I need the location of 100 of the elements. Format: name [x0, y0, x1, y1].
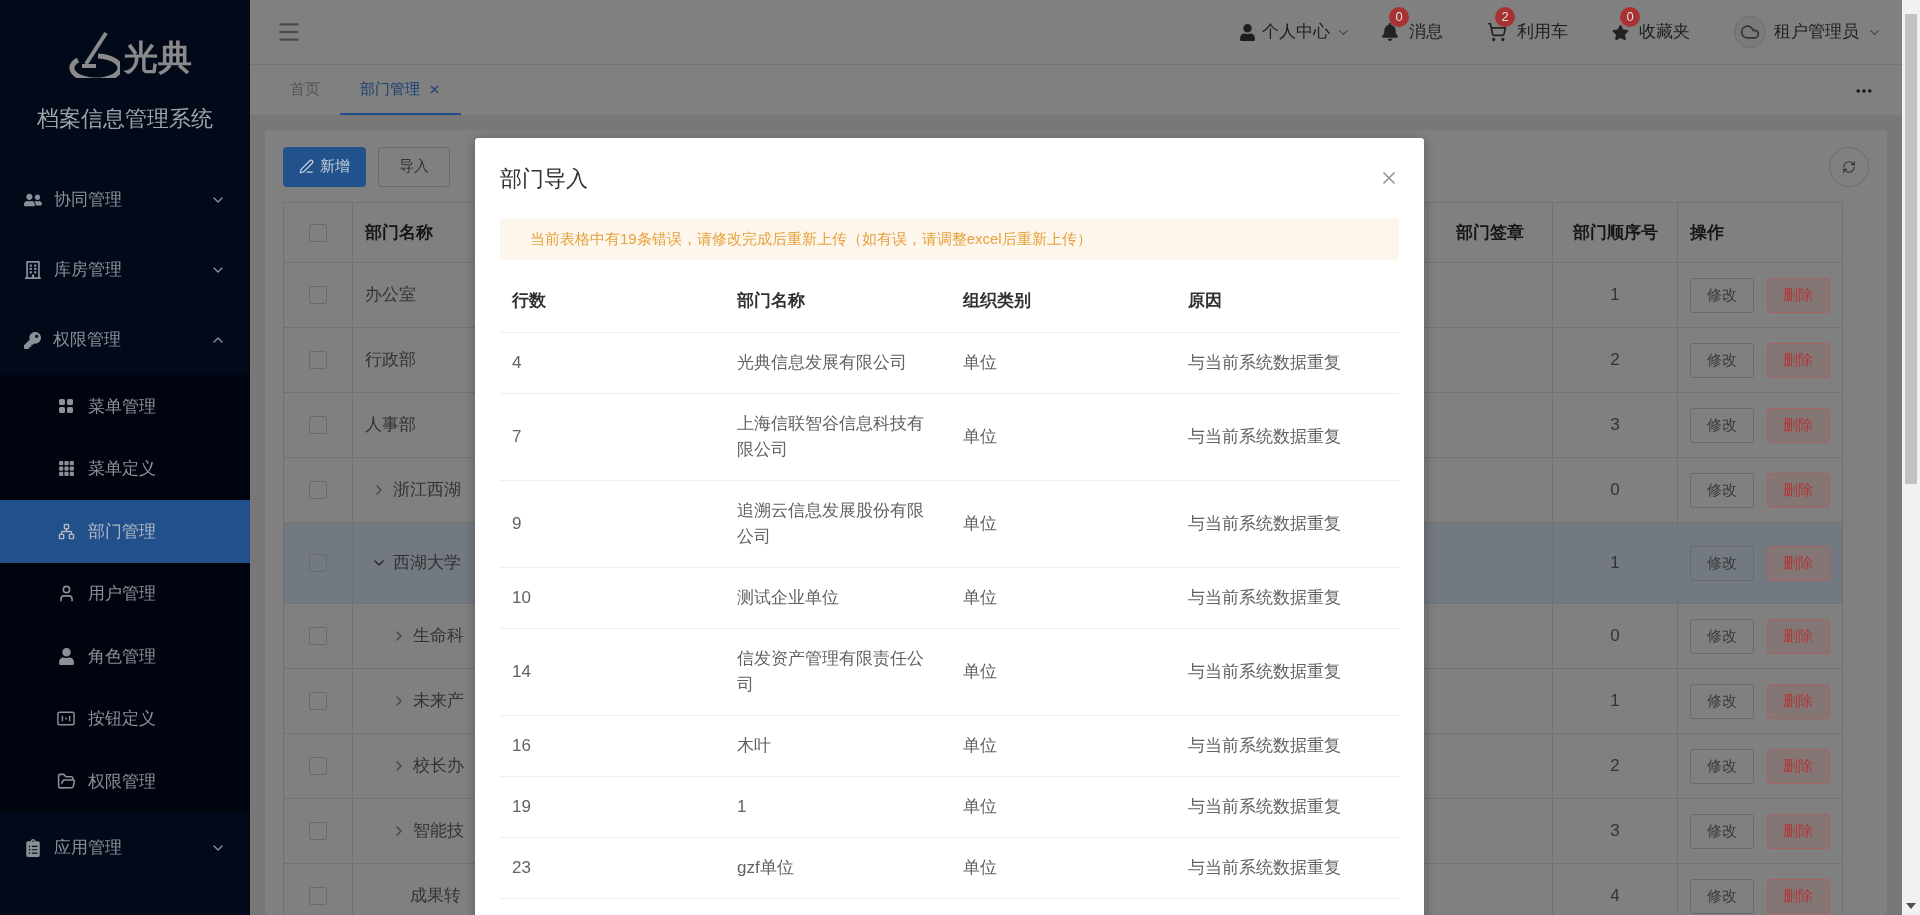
user-icon: [1239, 23, 1256, 41]
users-icon: [24, 191, 42, 209]
table-cell-text: 1: [1610, 690, 1620, 713]
table-cell-text: 1: [1610, 552, 1620, 575]
table-cell-text: 0: [1610, 479, 1620, 502]
menu-item[interactable]: 应用管理: [0, 812, 250, 883]
table-cell-text: 未来产: [412, 690, 464, 713]
submenu-item[interactable]: 菜单定义: [0, 437, 250, 500]
table-cell: 上海信联智谷信息科技有限公司: [737, 413, 924, 459]
avatar: [1734, 16, 1766, 48]
table-cell: 木叶: [737, 735, 771, 755]
table-cell: 14: [512, 661, 531, 681]
submenu-item[interactable]: 菜单管理: [0, 375, 250, 438]
table-cell: 1: [737, 796, 747, 816]
table-cell-text: 智能技: [412, 820, 464, 843]
refresh-icon: [1842, 159, 1856, 174]
button-frame-icon: [57, 711, 75, 727]
add-button[interactable]: 新增: [283, 146, 366, 187]
column-header: 部门名称: [737, 291, 805, 310]
table-cell: 单位: [963, 661, 997, 681]
user-icon: [57, 647, 75, 665]
table-cell: 单位: [963, 857, 997, 877]
folder-icon: [56, 771, 76, 791]
app-title: 档案信息管理系统: [37, 105, 213, 133]
edit-button[interactable]: 修改: [1690, 545, 1754, 581]
table-cell-text: 0: [1610, 625, 1620, 648]
edit-button[interactable]: 修改: [1690, 472, 1754, 508]
column-header: 部门顺序号: [1572, 221, 1658, 244]
table-cell: 7: [512, 426, 522, 446]
table-cell: 9: [512, 513, 522, 533]
cart-icon: [1487, 22, 1507, 42]
menu-item[interactable]: 权限管理: [0, 305, 250, 375]
table-cell: 与当前系统数据重复: [1188, 735, 1341, 755]
table-cell: 与当前系统数据重复: [1188, 513, 1341, 533]
table-cell-text: 4: [1610, 885, 1620, 908]
table-cell: 与当前系统数据重复: [1188, 587, 1341, 607]
menu-item[interactable]: 协同管理: [0, 165, 250, 235]
clipboard-icon: [24, 838, 42, 857]
submenu-item[interactable]: 部门管理: [0, 500, 250, 563]
edit-button[interactable]: 修改: [1690, 618, 1754, 654]
table-cell-text: 浙江西湖: [392, 479, 461, 502]
error-alert: 当前表格中有19条错误，请修改完成后重新上传（如有误，请调整excel后重新上传）: [500, 218, 1399, 260]
table-cell: 信发资产管理有限责任公司: [737, 648, 924, 694]
count-badge: 0: [1389, 7, 1409, 28]
edit-button[interactable]: 修改: [1690, 277, 1754, 313]
edit-button[interactable]: 修改: [1690, 407, 1754, 443]
table-cell: 19: [512, 796, 531, 816]
import-button[interactable]: 导入: [378, 146, 450, 187]
table-cell: 单位: [963, 587, 997, 607]
submenu-item[interactable]: 用户管理: [0, 562, 250, 625]
submenu-item[interactable]: 角色管理: [0, 625, 250, 688]
edit-button[interactable]: 修改: [1690, 683, 1754, 719]
count-badge: 2: [1495, 7, 1515, 28]
column-header: 部门名称: [364, 221, 433, 244]
submenu-item[interactable]: 按钮定义: [0, 687, 250, 750]
table-cell-text: 行政部: [364, 349, 416, 372]
edit-button[interactable]: 修改: [1690, 342, 1754, 378]
table-cell: 23: [512, 857, 531, 877]
account-menu[interactable]: 租户管理员: [1734, 16, 1882, 48]
table-cell: 追溯云信息发展股份有限公司: [737, 500, 924, 546]
hierarchy-icon: [57, 522, 75, 540]
submenu-item[interactable]: 权限管理: [0, 750, 250, 813]
star-icon: [1612, 23, 1629, 41]
column-header: 操作: [1690, 221, 1725, 244]
table-cell-text: 1: [1610, 284, 1620, 307]
table-cell-text: 2: [1610, 755, 1620, 778]
count-badge: 0: [1620, 7, 1640, 28]
table-cell: 10: [512, 587, 531, 607]
table-cell-text: 办公室: [364, 284, 416, 307]
table-cell: 测试企业单位: [737, 587, 839, 607]
table-cell-text: 3: [1610, 820, 1620, 843]
table-cell-text: 成果转: [409, 885, 461, 908]
table-cell: 与当前系统数据重复: [1188, 352, 1341, 372]
table-cell: gzf单位: [737, 857, 794, 877]
table-cell: 单位: [963, 426, 997, 446]
edit-button[interactable]: 修改: [1690, 878, 1754, 914]
table-cell: 4: [512, 352, 522, 372]
column-header: 部门签章: [1456, 221, 1525, 244]
building-icon: [24, 261, 42, 279]
table-cell-text: 2: [1610, 349, 1620, 372]
column-header: 组织类别: [963, 291, 1031, 310]
table-cell: 与当前系统数据重复: [1188, 661, 1341, 681]
bell-icon: [1381, 23, 1399, 41]
dialog-title: 部门导入: [500, 164, 589, 193]
menu-item[interactable]: 库房管理: [0, 235, 250, 305]
table-cell: 单位: [963, 735, 997, 755]
key-icon: [24, 331, 41, 349]
table-cell: 与当前系统数据重复: [1188, 426, 1341, 446]
table-cell: 16: [512, 735, 531, 755]
table-cell: 光典信息发展有限公司: [737, 352, 907, 372]
scroll-down-arrow-icon[interactable]: [1906, 903, 1916, 909]
scrollbar[interactable]: [1902, 0, 1920, 915]
user-center-menu[interactable]: 个人中心: [1239, 19, 1351, 45]
edit-button[interactable]: 修改: [1690, 748, 1754, 784]
grid-icon: [58, 398, 74, 415]
table-cell: 单位: [963, 513, 997, 533]
column-header: 原因: [1188, 291, 1222, 310]
logo-text: 光典: [124, 40, 192, 74]
edit-button[interactable]: 修改: [1690, 813, 1754, 849]
table-cell-text: 西湖大学: [392, 552, 461, 575]
